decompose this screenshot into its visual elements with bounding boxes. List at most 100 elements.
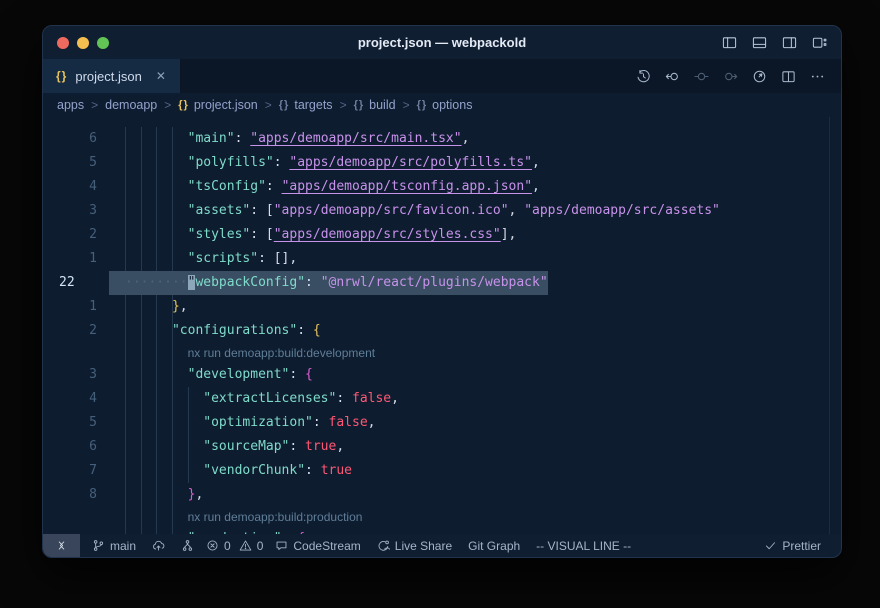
line-number: 5 [43,151,109,175]
codestream-label: CodeStream [293,539,360,553]
remote-indicator[interactable] [43,534,80,557]
publish-changes[interactable] [144,534,173,557]
close-tab-icon[interactable]: ✕ [156,69,166,83]
file-link[interactable]: "apps/demoapp/src/main.tsx" [250,131,461,146]
git-fork-status[interactable] [173,534,202,557]
code-line[interactable]: 5 "polyfills": "apps/demoapp/src/polyfil… [43,151,841,175]
file-link[interactable]: "apps/demoapp/tsconfig.app.json" [282,179,532,194]
more-actions-icon[interactable] [810,69,825,84]
line-number: 4 [43,387,109,411]
code-text: }, [109,483,203,507]
breadcrumb-item-build[interactable]: {}build [354,98,396,112]
breadcrumb-label: build [369,98,395,112]
code-line[interactable]: 6 "sourceMap": true, [43,435,841,459]
token-key: "polyfills" [188,155,274,170]
token-key: "vendorChunk" [203,463,305,478]
code-line[interactable]: "production": { [43,527,841,534]
codelens-line[interactable]: nx run demoapp:build:production [43,507,841,527]
token-punct [125,155,188,170]
toggle-secondary-sidebar-icon[interactable] [782,35,797,50]
codelens-text: nx run demoapp:build:development [109,343,375,363]
vscode-window: project.json — webpackold {} project.jso… [42,25,842,558]
code-line[interactable]: 2 "styles": ["apps/demoapp/src/styles.cs… [43,223,841,247]
token-str: "apps/demoapp/src/favicon.ico" [274,203,509,218]
code-line[interactable]: 22········"webpackConfig": "@nrwl/react/… [43,271,841,295]
code-line[interactable]: 5 "optimization": false, [43,411,841,435]
breadcrumb-item-options[interactable]: {}options [417,98,473,112]
navigate-forward-icon[interactable] [723,69,738,84]
token-bool: true [305,439,336,454]
token-punct [125,415,203,430]
token-punct: , [391,391,399,406]
code-editor[interactable]: 6 "main": "apps/demoapp/src/main.tsx",5 … [43,117,841,534]
git-branch-status[interactable]: main [84,534,144,557]
line-number: 2 [43,319,109,343]
code-text: "polyfills": "apps/demoapp/src/polyfills… [109,151,540,175]
code-line[interactable]: 7 "vendorChunk": true [43,459,841,483]
token-str: "apps/demoapp/src/assets" [524,203,720,218]
code-line[interactable]: 2 "configurations": { [43,319,841,343]
line-number: 8 [43,483,109,507]
breadcrumb-label: project.json [194,98,258,112]
vim-mode[interactable]: -- VISUAL LINE -- [528,534,639,557]
git-graph[interactable]: Git Graph [460,534,528,557]
line-number: 3 [43,363,109,387]
line-number: 1 [43,247,109,271]
token-punct: : [235,131,251,146]
breadcrumb-item-project-json[interactable]: {}project.json [178,98,258,112]
prettier-formatter[interactable]: Prettier [756,534,829,557]
token-punct: : [274,155,290,170]
nx-run-lens[interactable]: nx run demoapp:build:development [188,346,375,360]
codelens-line[interactable]: nx run demoapp:build:development [43,343,841,363]
code-text: "development": { [109,363,313,387]
codestream[interactable]: CodeStream [267,534,368,557]
code-line[interactable]: 4 "extractLicenses": false, [43,387,841,411]
token-punct: , [195,487,203,502]
nx-run-lens[interactable]: nx run demoapp:build:production [188,510,363,524]
code-line[interactable]: 1 "scripts": [], [43,247,841,271]
line-number: 2 [43,223,109,247]
line-number: 22 [43,271,109,295]
code-line[interactable]: 8 }, [43,483,841,507]
line-number [43,343,109,363]
token-punct: , [509,203,525,218]
code-text: "scripts": [], [109,247,297,271]
code-text: }, [109,295,188,319]
line-number: 5 [43,411,109,435]
customize-layout-icon[interactable] [812,35,827,50]
tab-project-json[interactable]: {} project.json ✕ [43,59,180,93]
live-share[interactable]: Live Share [369,534,460,557]
navigate-back-icon[interactable] [665,69,680,84]
line-number [43,527,109,534]
problems-warnings[interactable]: 0 [235,534,268,557]
file-link[interactable]: "apps/demoapp/src/styles.css" [274,227,501,242]
code-line[interactable]: 4 "tsConfig": "apps/demoapp/tsconfig.app… [43,175,841,199]
run-profile-icon[interactable] [752,69,767,84]
breadcrumb-item-targets[interactable]: {}targets [279,98,333,112]
toggle-panel-icon[interactable] [752,35,767,50]
split-editor-icon[interactable] [781,69,796,84]
line-number: 7 [43,459,109,483]
token-punct: ], [501,227,517,242]
line-number: 6 [43,127,109,151]
timeline-history-icon[interactable] [636,69,651,84]
breadcrumb-item-apps[interactable]: apps [57,98,84,112]
code-line[interactable]: 3 "assets": ["apps/demoapp/src/favicon.i… [43,199,841,223]
breadcrumb-separator: > [91,98,98,112]
token-key: "configurations" [172,323,297,338]
breadcrumb-item-demoapp[interactable]: demoapp [105,98,157,112]
code-text: "styles": ["apps/demoapp/src/styles.css"… [109,223,516,247]
token-punct [125,463,203,478]
problems-errors[interactable]: 0 [202,534,235,557]
nav-disabled-icon[interactable] [694,69,709,84]
token-punct: : [ [250,203,273,218]
git-graph-label: Git Graph [468,539,520,553]
code-line[interactable]: 6 "main": "apps/demoapp/src/main.tsx", [43,127,841,151]
code-line[interactable]: 1 }, [43,295,841,319]
file-link[interactable]: "apps/demoapp/src/polyfills.ts" [289,155,532,170]
toggle-primary-sidebar-icon[interactable] [722,35,737,50]
problems-errors-label: 0 [224,539,231,553]
title-bar: project.json — webpackold [43,26,841,59]
code-line[interactable]: 3 "development": { [43,363,841,387]
token-punct [125,323,172,338]
